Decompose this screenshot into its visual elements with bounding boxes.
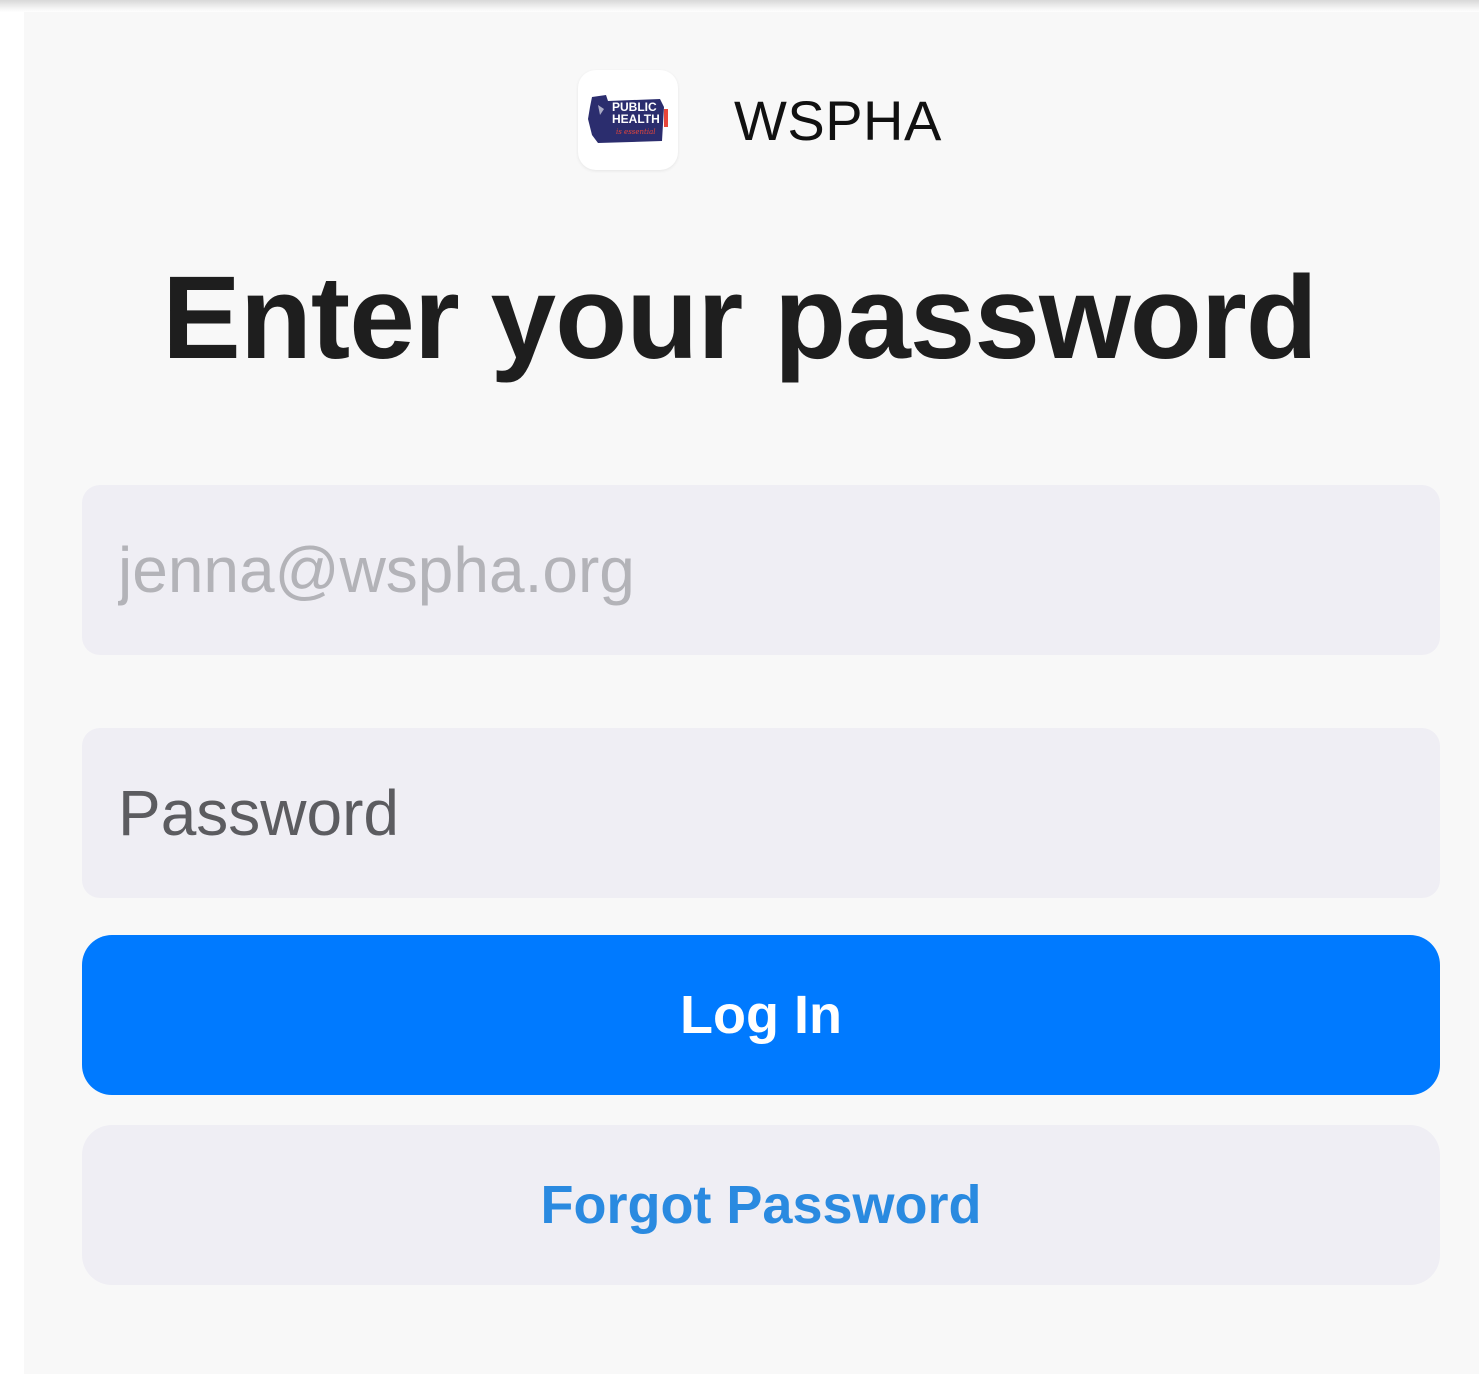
password-field[interactable] <box>118 776 1440 850</box>
page-title: Enter your password <box>162 252 1318 384</box>
password-field-container <box>82 728 1440 898</box>
forgot-password-button[interactable]: Forgot Password <box>82 1125 1440 1285</box>
login-button[interactable]: Log In <box>82 935 1440 1095</box>
logo-text-essential: is essential <box>616 128 656 136</box>
app-name: WSPHA <box>734 88 942 152</box>
status-bar-shadow <box>0 0 1479 12</box>
email-field-container <box>82 485 1440 655</box>
washington-state-map-icon: PUBLIC HEALTH is essential <box>588 95 668 143</box>
washington-state-public-health-logo-icon: PUBLIC HEALTH is essential <box>578 70 678 170</box>
email-field[interactable] <box>118 533 1440 607</box>
app-header: PUBLIC HEALTH is essential WSPHA <box>578 70 942 170</box>
logo-text-health: HEALTH <box>612 112 660 126</box>
